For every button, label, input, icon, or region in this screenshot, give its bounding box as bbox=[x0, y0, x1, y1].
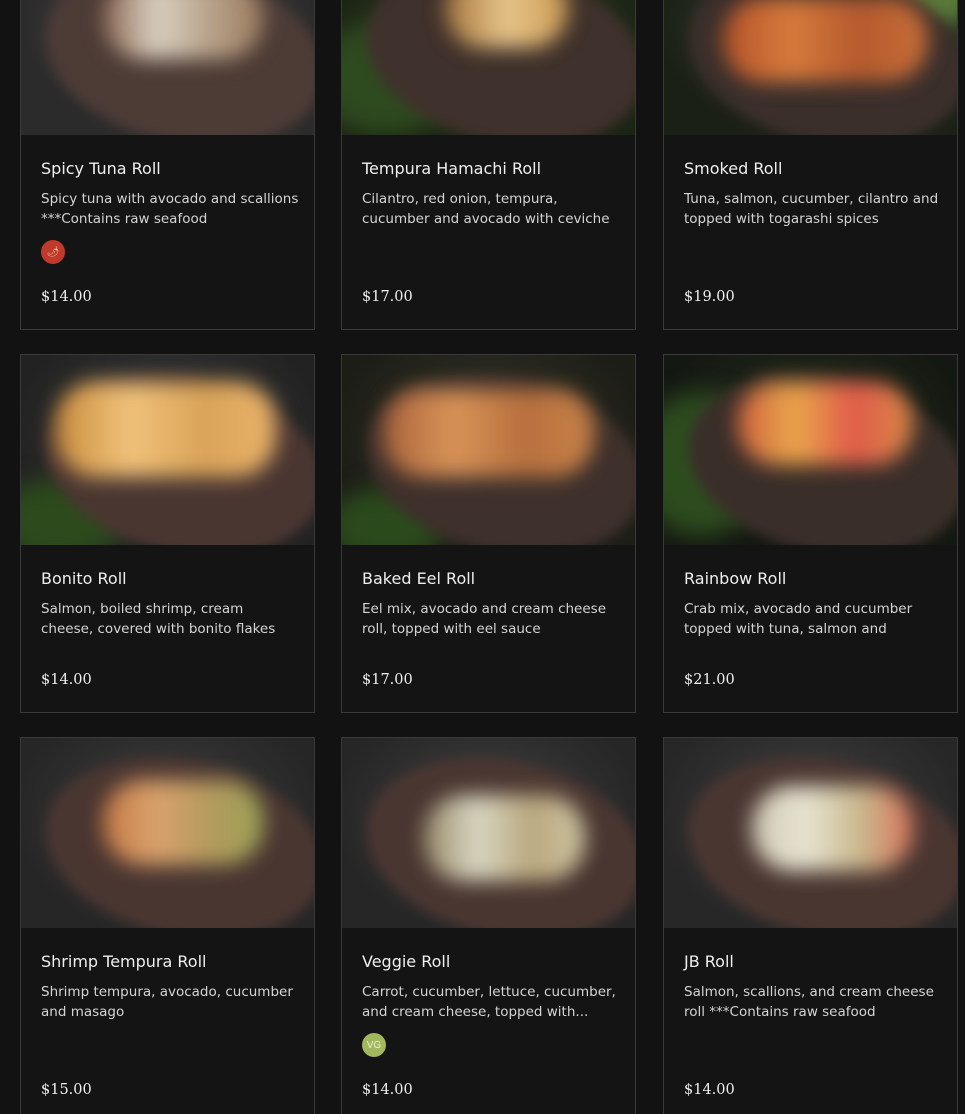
menu-item-price: $17.00 bbox=[362, 672, 413, 688]
menu-item-description: Shrimp tempura, avocado, cucumber and ma… bbox=[41, 984, 293, 1020]
menu-item-price: $21.00 bbox=[684, 672, 735, 688]
menu-item-photo bbox=[21, 738, 314, 928]
vegetarian-label: VG bbox=[366, 1039, 382, 1051]
menu-item-name: JB Roll bbox=[684, 952, 734, 971]
menu-item-photo bbox=[342, 355, 635, 545]
menu-item-card[interactable]: JB Roll Salmon, scallions, and cream che… bbox=[663, 737, 958, 1114]
menu-item-description: Spicy tuna with avocado and scallions **… bbox=[41, 191, 299, 227]
menu-item-photo bbox=[21, 355, 314, 545]
menu-item-name: Bonito Roll bbox=[41, 569, 127, 588]
menu-item-name: Shrimp Tempura Roll bbox=[41, 952, 207, 971]
menu-item-name: Spicy Tuna Roll bbox=[41, 159, 161, 178]
menu-item-photo bbox=[664, 0, 957, 135]
menu-item-price: $15.00 bbox=[41, 1082, 92, 1098]
menu-item-price: $14.00 bbox=[41, 289, 92, 305]
menu-item-card[interactable]: Smoked Roll Tuna, salmon, cucumber, cila… bbox=[663, 0, 958, 330]
menu-item-name: Tempura Hamachi Roll bbox=[362, 159, 542, 178]
menu-item-price: $14.00 bbox=[684, 1082, 735, 1098]
menu-item-card[interactable]: Baked Eel Roll Eel mix, avocado and crea… bbox=[341, 354, 636, 713]
menu-item-photo bbox=[21, 0, 314, 135]
menu-item-price: $19.00 bbox=[684, 289, 735, 305]
menu-item-description: Eel mix, avocado and cream cheese roll, … bbox=[362, 601, 607, 637]
menu-item-price: $14.00 bbox=[362, 1082, 413, 1098]
menu-item-photo bbox=[664, 738, 957, 928]
menu-item-price: $17.00 bbox=[362, 289, 413, 305]
menu-item-card[interactable]: Tempura Hamachi Roll Cilantro, red onion… bbox=[341, 0, 636, 330]
menu-item-name: Rainbow Roll bbox=[684, 569, 787, 588]
vegetarian-icon: VG bbox=[362, 1033, 386, 1057]
menu-item-card[interactable]: Veggie Roll Carrot, cucumber, lettuce, c… bbox=[341, 737, 636, 1114]
menu-item-price: $14.00 bbox=[41, 672, 92, 688]
menu-item-description: Tuna, salmon, cucumber, cilantro and top… bbox=[684, 191, 939, 227]
menu-item-description: Salmon, boiled shrimp, cream cheese, cov… bbox=[41, 601, 276, 637]
menu-item-photo bbox=[664, 355, 957, 545]
menu-item-name: Veggie Roll bbox=[362, 952, 451, 971]
menu-item-photo bbox=[342, 0, 635, 135]
spicy-icon: 🌶 bbox=[41, 240, 65, 264]
menu-item-card[interactable]: Spicy Tuna Roll Spicy tuna with avocado … bbox=[20, 0, 315, 330]
menu-item-card[interactable]: Rainbow Roll Crab mix, avocado and cucum… bbox=[663, 354, 958, 713]
menu-item-name: Baked Eel Roll bbox=[362, 569, 476, 588]
menu-item-description: Carrot, cucumber, lettuce, cucumber, and… bbox=[362, 984, 616, 1020]
menu-item-card[interactable]: Bonito Roll Salmon, boiled shrimp, cream… bbox=[20, 354, 315, 713]
menu-item-description: Cilantro, red onion, tempura, cucumber a… bbox=[362, 191, 610, 227]
menu-item-photo bbox=[342, 738, 635, 928]
chili-pepper-icon: 🌶 bbox=[46, 246, 60, 258]
menu-item-description: Crab mix, avocado and cucumber topped wi… bbox=[684, 601, 913, 637]
menu-item-name: Smoked Roll bbox=[684, 159, 783, 178]
menu-item-card[interactable]: Shrimp Tempura Roll Shrimp tempura, avoc… bbox=[20, 737, 315, 1114]
menu-item-description: Salmon, scallions, and cream cheese roll… bbox=[684, 984, 934, 1020]
